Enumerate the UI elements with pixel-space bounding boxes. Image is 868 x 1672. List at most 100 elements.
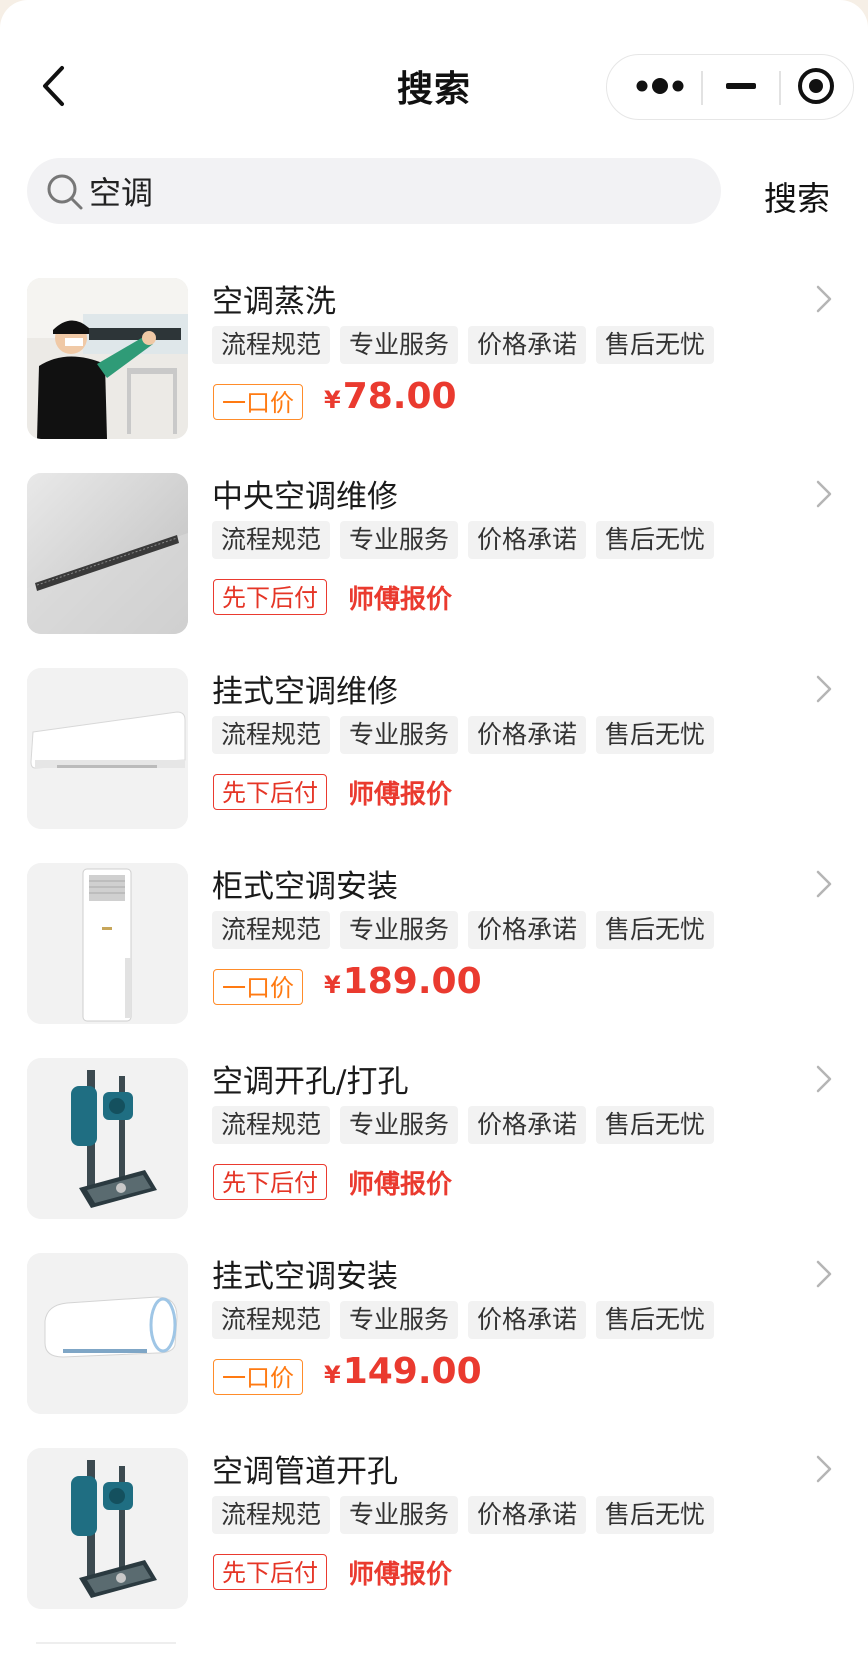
tag: 售后无忧 [596,716,715,754]
fixed-price-badge: 一口价 [213,1359,303,1395]
item-title: 空调管道开孔 [212,1454,398,1490]
capsule-divider [701,71,703,105]
currency-symbol: ¥ [324,386,341,414]
pay-later-badge: 先下后付 [213,579,327,615]
technician-image [27,278,188,439]
tag: 专业服务 [340,1106,459,1144]
tag-list: 流程规范 专业服务 价格承诺 售后无忧 [212,521,724,559]
tag: 价格承诺 [468,1106,587,1144]
chevron-right-icon [816,285,832,313]
chevron-right-icon [816,1260,832,1288]
tag-list: 流程规范 专业服务 价格承诺 售后无忧 [212,716,724,754]
item-title: 挂式空调安装 [212,1259,398,1295]
pay-later-badge: 先下后付 [213,1164,327,1200]
nav-bar: 搜索 [0,0,868,150]
close-target-icon [798,68,834,104]
quote-label: 师傅报价 [348,1560,453,1590]
more-dots-icon [636,78,684,94]
price-value: 78.00 [342,376,457,417]
tag: 专业服务 [340,716,459,754]
fixed-price-badge: 一口价 [213,384,303,420]
thumbnail-central-ac-repair [27,473,188,634]
chevron-right-icon [816,480,832,508]
floor-ac-image [27,863,188,1024]
tag: 售后无忧 [596,1106,715,1144]
tag: 流程规范 [212,911,331,949]
ceiling-vent-image [27,473,188,634]
chevron-right-icon [816,675,832,703]
core-drill-image [27,1058,188,1219]
chevron-right-icon [816,1065,832,1093]
thumbnail-ac-drilling [27,1058,188,1219]
list-item[interactable]: 挂式空调维修 流程规范 专业服务 价格承诺 售后无忧 先下后付 师傅报价 [0,650,868,845]
search-input[interactable] [89,166,689,216]
minimize-button[interactable] [711,55,773,118]
tag: 专业服务 [340,911,459,949]
minimize-icon [726,83,756,89]
chevron-right-icon [816,1455,832,1483]
list-item[interactable]: 柜式空调安装 流程规范 专业服务 价格承诺 售后无忧 一口价 ¥189.00 [0,845,868,1040]
tag: 售后无忧 [596,1496,715,1534]
tag-list: 流程规范 专业服务 价格承诺 售后无忧 [212,1496,724,1534]
wall-ac-image [27,668,188,829]
more-button[interactable] [629,55,699,118]
price: ¥149.00 [324,1351,482,1392]
tag: 价格承诺 [468,911,587,949]
tag: 流程规范 [212,716,331,754]
price: ¥78.00 [324,376,457,417]
tag: 售后无忧 [596,911,715,949]
service-list: 空调蒸洗 流程规范 专业服务 价格承诺 售后无忧 一口价 ¥78.00 中央空调维修 [0,260,868,1625]
tag: 价格承诺 [468,521,587,559]
currency-symbol: ¥ [324,1361,341,1389]
quote-label: 师傅报价 [348,585,453,615]
price: ¥189.00 [324,961,482,1002]
tag: 专业服务 [340,521,459,559]
tag: 流程规范 [212,521,331,559]
quote-label: 师傅报价 [348,780,453,810]
split-ac-image [27,1253,188,1414]
quote-label: 师傅报价 [348,1170,453,1200]
search-icon [47,174,83,210]
thumbnail-ac-steam-cleaning [27,278,188,439]
tag: 价格承诺 [468,326,587,364]
search-bar[interactable] [27,158,721,224]
tag: 售后无忧 [596,326,715,364]
core-drill-image [27,1448,188,1609]
tag: 价格承诺 [468,1496,587,1534]
currency-symbol: ¥ [324,971,341,999]
pay-later-badge: 先下后付 [213,1554,327,1590]
tag: 售后无忧 [596,521,715,559]
chevron-right-icon [816,870,832,898]
mini-program-capsule [606,54,854,120]
pay-later-badge: 先下后付 [213,774,327,810]
next-item-peek [36,1642,176,1644]
thumbnail-ac-pipe-drilling [27,1448,188,1609]
list-item[interactable]: 中央空调维修 流程规范 专业服务 价格承诺 售后无忧 先下后付 师傅报价 [0,455,868,650]
tag: 专业服务 [340,1496,459,1534]
list-item[interactable]: 空调管道开孔 流程规范 专业服务 价格承诺 售后无忧 先下后付 师傅报价 [0,1430,868,1625]
capsule-divider [779,71,781,105]
search-button[interactable]: 搜索 [764,172,830,220]
tag: 流程规范 [212,1301,331,1339]
list-item[interactable]: 空调开孔/打孔 流程规范 专业服务 价格承诺 售后无忧 先下后付 师傅报价 [0,1040,868,1235]
item-title: 中央空调维修 [212,479,398,515]
tag-list: 流程规范 专业服务 价格承诺 售后无忧 [212,1106,724,1144]
tag: 价格承诺 [468,716,587,754]
item-title: 柜式空调安装 [212,869,398,905]
tag: 流程规范 [212,326,331,364]
tag: 售后无忧 [596,1301,715,1339]
thumbnail-wall-ac-repair [27,668,188,829]
tag-list: 流程规范 专业服务 价格承诺 售后无忧 [212,1301,724,1339]
price-value: 189.00 [342,961,482,1002]
list-item[interactable]: 空调蒸洗 流程规范 专业服务 价格承诺 售后无忧 一口价 ¥78.00 [0,260,868,455]
tag: 流程规范 [212,1496,331,1534]
tag: 价格承诺 [468,1301,587,1339]
close-button[interactable] [787,55,849,118]
fixed-price-badge: 一口价 [213,969,303,1005]
tag: 专业服务 [340,1301,459,1339]
tag: 流程规范 [212,1106,331,1144]
thumbnail-wall-ac-install [27,1253,188,1414]
list-item[interactable]: 挂式空调安装 流程规范 专业服务 价格承诺 售后无忧 一口价 ¥149.00 [0,1235,868,1430]
item-title: 挂式空调维修 [212,674,398,710]
item-title: 空调开孔/打孔 [212,1064,409,1100]
